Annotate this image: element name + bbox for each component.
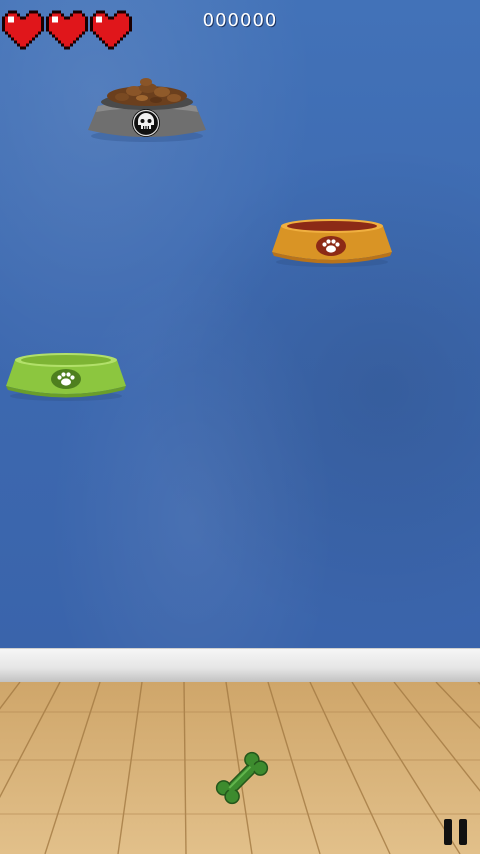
game-stage[interactable]: 000000 (0, 0, 480, 854)
pause-icon (459, 819, 467, 845)
baseboard (0, 648, 480, 683)
paw-icon (316, 236, 346, 256)
skull-icon (132, 109, 160, 137)
orange-bowl[interactable] (271, 216, 393, 268)
green-bowl[interactable] (5, 350, 127, 402)
food-bowl-skull[interactable] (86, 78, 208, 144)
blue-wall (0, 0, 480, 650)
paw-icon (51, 369, 81, 389)
pause-icon (444, 819, 452, 845)
bone-icon[interactable] (212, 750, 272, 806)
kibble-pile (107, 78, 187, 106)
pause-button[interactable] (440, 816, 472, 848)
score-counter: 000000 (202, 10, 278, 31)
